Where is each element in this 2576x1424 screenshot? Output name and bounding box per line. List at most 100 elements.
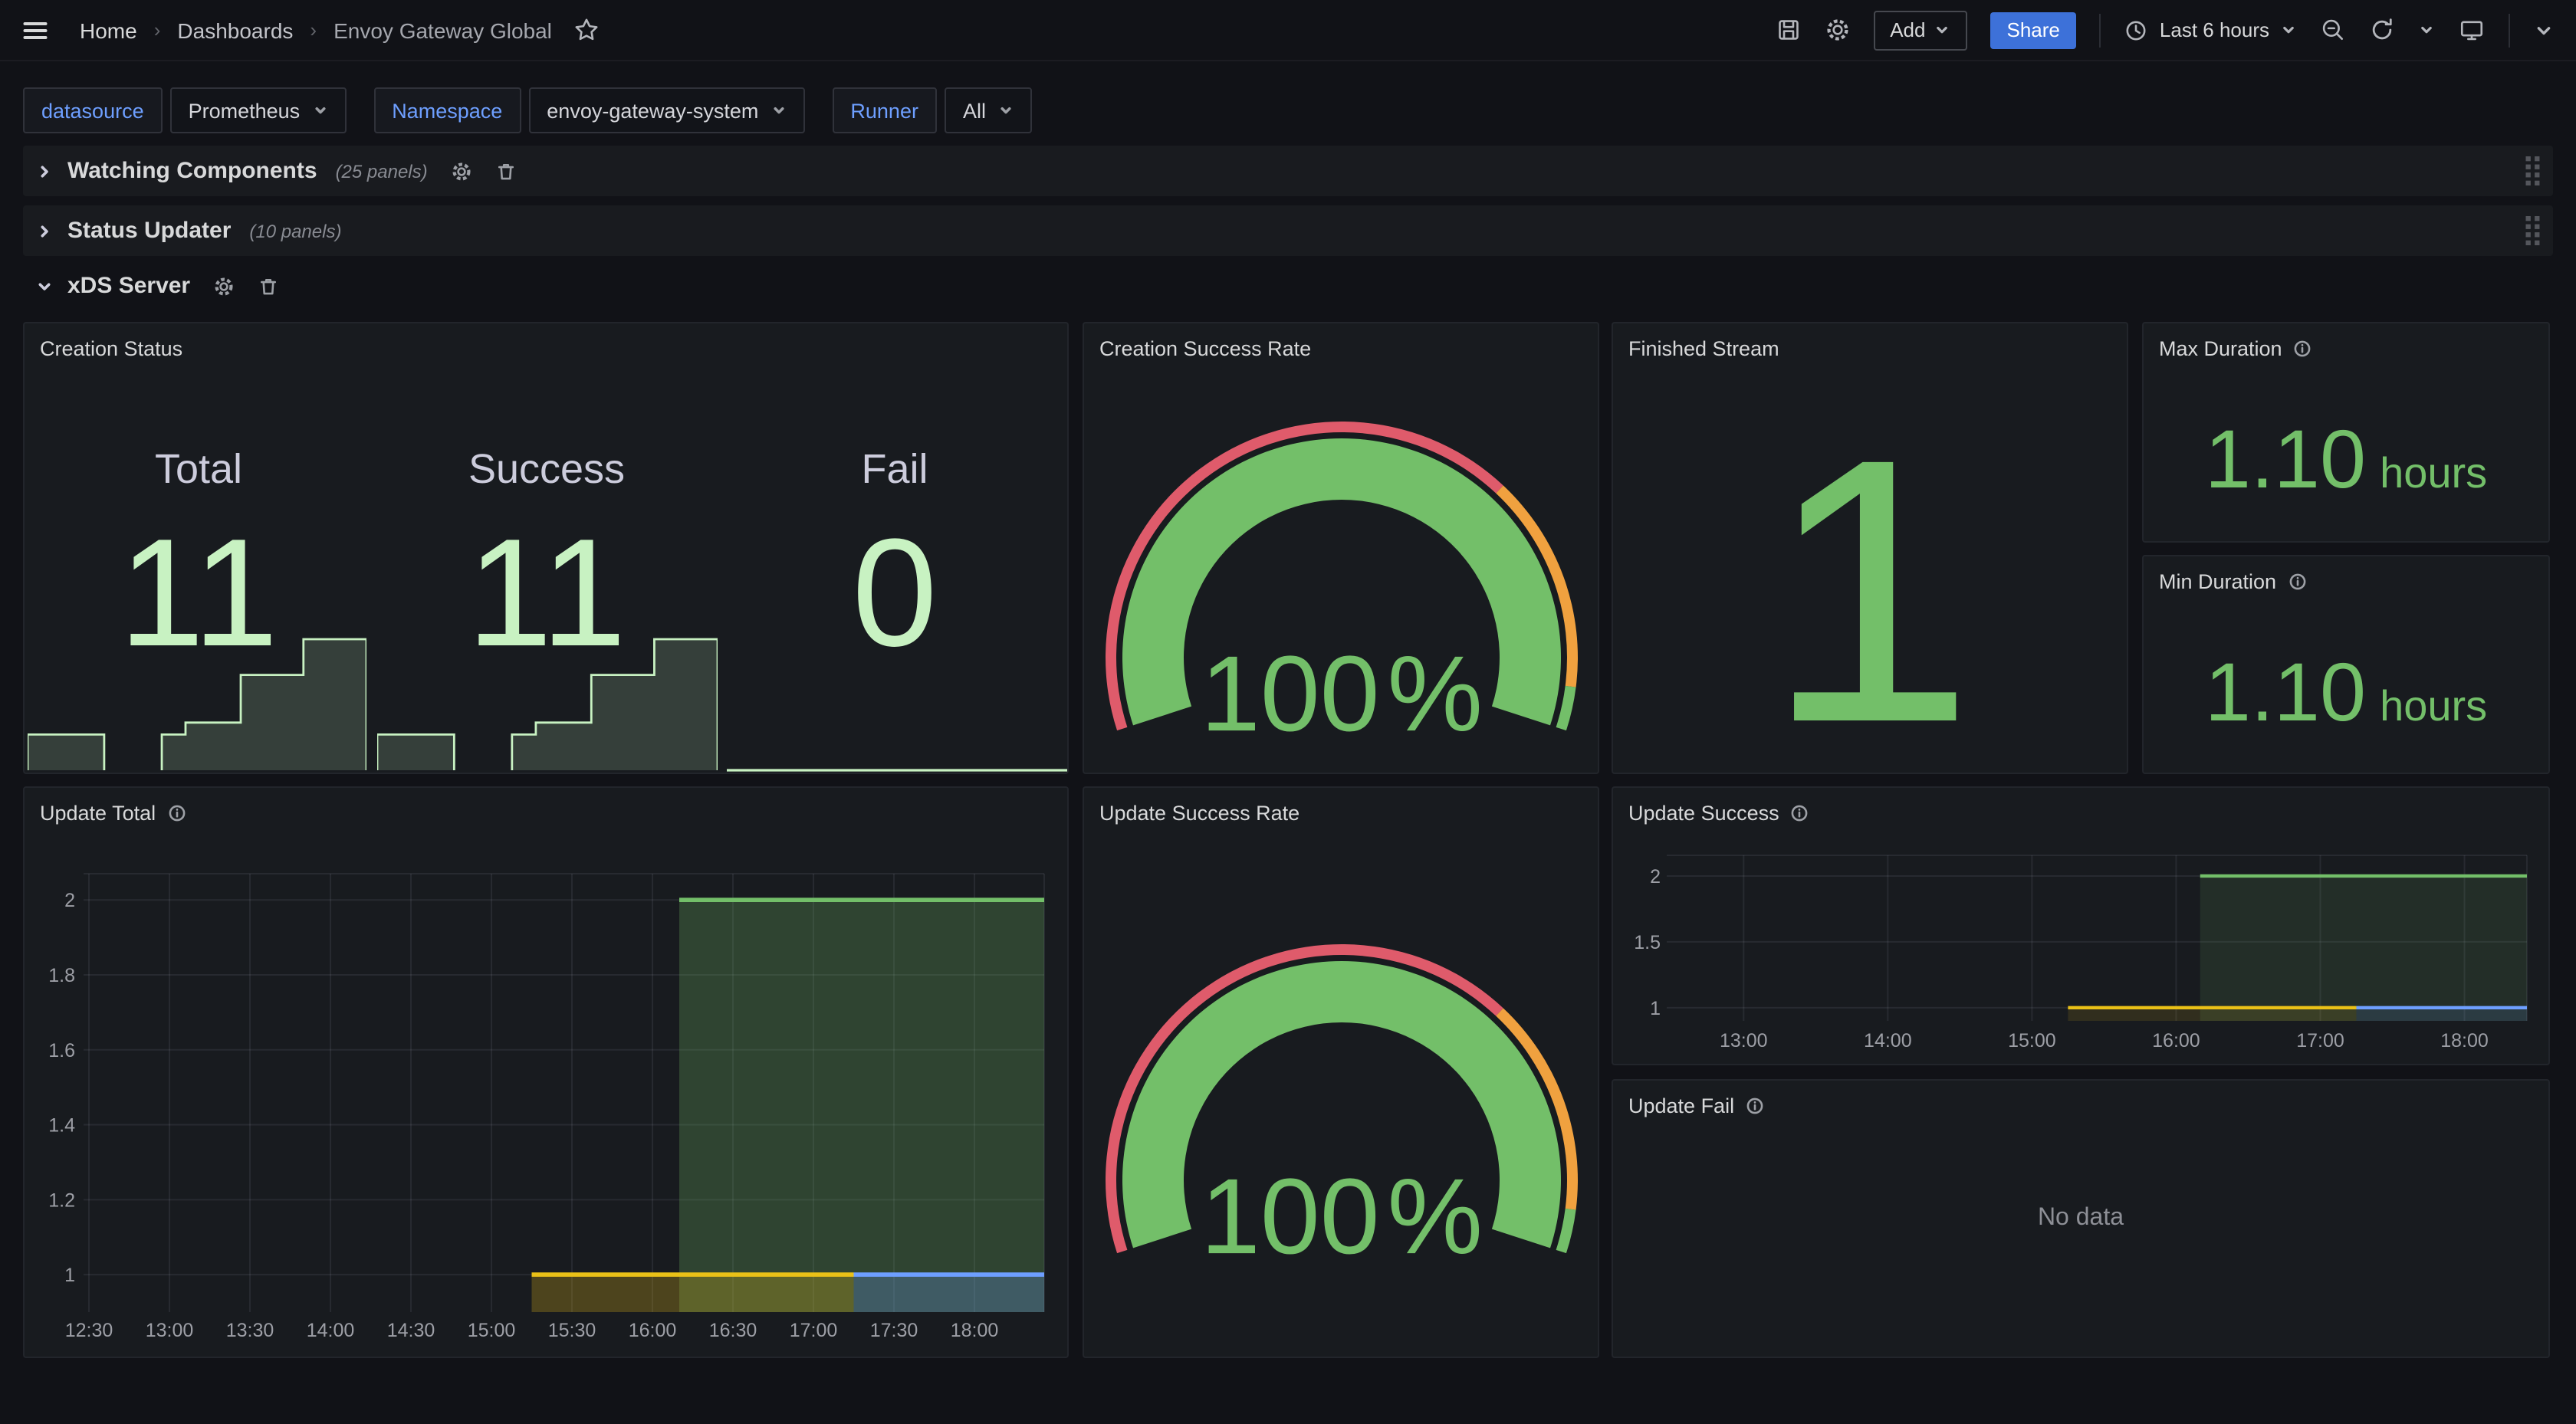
info-icon[interactable] bbox=[166, 802, 186, 822]
chevron-right-icon bbox=[35, 221, 54, 240]
menu-icon[interactable] bbox=[21, 16, 49, 44]
zoom-out-icon[interactable] bbox=[2320, 17, 2346, 43]
chevron-down-icon bbox=[2280, 21, 2297, 38]
row-settings-icon[interactable] bbox=[451, 160, 472, 182]
row-delete-icon[interactable] bbox=[495, 160, 517, 182]
divider bbox=[2100, 13, 2101, 47]
row-status-updater[interactable]: Status Updater (10 panels) bbox=[23, 205, 2553, 256]
kiosk-mode-icon[interactable] bbox=[2458, 17, 2486, 43]
svg-text:1: 1 bbox=[1650, 998, 1661, 1019]
svg-text:1.5: 1.5 bbox=[1634, 932, 1661, 953]
svg-text:15:00: 15:00 bbox=[2008, 1030, 2056, 1052]
star-icon[interactable] bbox=[573, 17, 600, 43]
variable-label-datasource: datasource bbox=[23, 87, 163, 133]
svg-text:17:00: 17:00 bbox=[2296, 1030, 2344, 1052]
svg-text:18:00: 18:00 bbox=[2440, 1030, 2489, 1052]
stat-value: 1.10 hours bbox=[2144, 651, 2548, 734]
row-xds-server[interactable]: xDS Server bbox=[23, 262, 2553, 310]
stat-label: Fail bbox=[721, 446, 1069, 494]
panel-update-success: 11.5213:0014:0015:0016:0017:0018:00 Upda… bbox=[1612, 786, 2550, 1065]
timeseries-update-total[interactable]: 11.21.41.61.8212:3013:0013:3014:0014:301… bbox=[25, 788, 1067, 1357]
refresh-interval-chevron-icon[interactable] bbox=[2418, 21, 2435, 38]
svg-text:2: 2 bbox=[64, 890, 75, 911]
stat-label: Total bbox=[25, 446, 373, 494]
svg-text:1.2: 1.2 bbox=[48, 1189, 75, 1211]
row-drag-handle[interactable] bbox=[2525, 156, 2541, 185]
variable-select-datasource[interactable]: Prometheus bbox=[170, 87, 347, 133]
chevron-down-icon bbox=[1934, 21, 1950, 38]
svg-text:17:00: 17:00 bbox=[790, 1320, 838, 1341]
svg-text:100%: 100% bbox=[1201, 1156, 1483, 1276]
row-settings-icon[interactable] bbox=[213, 275, 235, 297]
svg-text:12:30: 12:30 bbox=[65, 1320, 113, 1341]
variable-label-namespace: Namespace bbox=[373, 87, 521, 133]
chevron-down-icon bbox=[998, 103, 1014, 118]
svg-text:18:00: 18:00 bbox=[951, 1320, 999, 1341]
stat-value: 1 bbox=[1613, 403, 2127, 779]
panel-title[interactable]: Update Total bbox=[40, 801, 156, 824]
panel-finished-stream: Finished Stream 1 bbox=[1612, 322, 2128, 774]
share-button[interactable]: Share bbox=[1990, 11, 2077, 48]
row-drag-handle[interactable] bbox=[2525, 216, 2541, 245]
svg-text:1: 1 bbox=[64, 1265, 75, 1286]
settings-icon[interactable] bbox=[1824, 17, 1850, 43]
svg-text:14:30: 14:30 bbox=[387, 1320, 435, 1341]
svg-text:1.6: 1.6 bbox=[48, 1040, 75, 1061]
info-icon[interactable] bbox=[2293, 338, 2313, 358]
panel-update-success-rate: 100% Update Success Rate bbox=[1083, 786, 1599, 1358]
panel-title[interactable]: Update Fail bbox=[1628, 1094, 1734, 1117]
variable-select-runner[interactable]: All bbox=[945, 87, 1032, 133]
panel-max-duration: Max Duration 1.10 hours bbox=[2142, 322, 2550, 543]
svg-text:1.4: 1.4 bbox=[48, 1115, 75, 1137]
panel-update-fail: Update Fail No data bbox=[1612, 1079, 2550, 1358]
row-title[interactable]: Status Updater bbox=[67, 218, 231, 244]
svg-text:16:30: 16:30 bbox=[709, 1320, 757, 1341]
panel-creation-status: Creation Status Total 11 Success 11 Fail… bbox=[23, 322, 1069, 774]
panel-title[interactable]: Finished Stream bbox=[1628, 336, 1779, 359]
row-title[interactable]: xDS Server bbox=[67, 273, 190, 299]
panel-title[interactable]: Min Duration bbox=[2159, 569, 2276, 592]
panel-title[interactable]: Update Success Rate bbox=[1099, 801, 1300, 824]
breadcrumb-home[interactable]: Home bbox=[80, 18, 137, 42]
breadcrumb-dashboards[interactable]: Dashboards bbox=[177, 18, 293, 42]
gauge-update-success-rate[interactable]: 100% bbox=[1084, 788, 1598, 1357]
breadcrumb-separator: › bbox=[153, 18, 163, 41]
row-watching-components[interactable]: Watching Components (25 panels) bbox=[23, 146, 2553, 196]
top-nav: Home › Dashboards › Envoy Gateway Global… bbox=[0, 0, 2576, 61]
save-icon[interactable] bbox=[1775, 17, 1801, 43]
svg-text:16:00: 16:00 bbox=[629, 1320, 677, 1341]
svg-text:13:00: 13:00 bbox=[1720, 1030, 1768, 1052]
add-button[interactable]: Add bbox=[1873, 10, 1967, 50]
time-range-label: Last 6 hours bbox=[2160, 18, 2269, 41]
panel-title[interactable]: Creation Status bbox=[40, 336, 182, 359]
info-icon[interactable] bbox=[1790, 802, 1810, 822]
row-title[interactable]: Watching Components bbox=[67, 158, 317, 184]
chevron-down-icon bbox=[35, 277, 54, 295]
svg-text:13:30: 13:30 bbox=[226, 1320, 274, 1341]
panel-title[interactable]: Creation Success Rate bbox=[1099, 336, 1311, 359]
row-panel-count: (25 panels) bbox=[336, 160, 428, 182]
row-delete-icon[interactable] bbox=[258, 275, 279, 297]
panel-title[interactable]: Update Success bbox=[1628, 801, 1779, 824]
svg-text:13:00: 13:00 bbox=[146, 1320, 194, 1341]
navbar-collapse-chevron-icon[interactable] bbox=[2533, 19, 2555, 41]
sparkline-fail bbox=[727, 635, 1067, 773]
info-icon[interactable] bbox=[2287, 571, 2307, 591]
panel-min-duration: Min Duration 1.10 hours bbox=[2142, 555, 2550, 774]
variable-select-namespace[interactable]: envoy-gateway-system bbox=[528, 87, 804, 133]
svg-text:100%: 100% bbox=[1201, 633, 1483, 753]
panel-creation-success-rate: 100% Creation Success Rate bbox=[1083, 322, 1599, 774]
refresh-icon[interactable] bbox=[2369, 17, 2395, 43]
divider bbox=[2509, 13, 2510, 47]
svg-text:14:00: 14:00 bbox=[1864, 1030, 1912, 1052]
variable-label-runner: Runner bbox=[832, 87, 937, 133]
info-icon[interactable] bbox=[1745, 1095, 1765, 1115]
svg-text:15:30: 15:30 bbox=[548, 1320, 596, 1341]
time-range-picker[interactable]: Last 6 hours bbox=[2124, 18, 2297, 42]
gauge-creation-success-rate[interactable]: 100% bbox=[1084, 323, 1598, 773]
svg-text:1.8: 1.8 bbox=[48, 965, 75, 986]
sparkline-total bbox=[28, 635, 366, 773]
panel-title[interactable]: Max Duration bbox=[2159, 336, 2282, 359]
dashboard-variables: datasource Prometheus Namespace envoy-ga… bbox=[23, 87, 1032, 133]
clock-icon bbox=[2124, 18, 2149, 42]
